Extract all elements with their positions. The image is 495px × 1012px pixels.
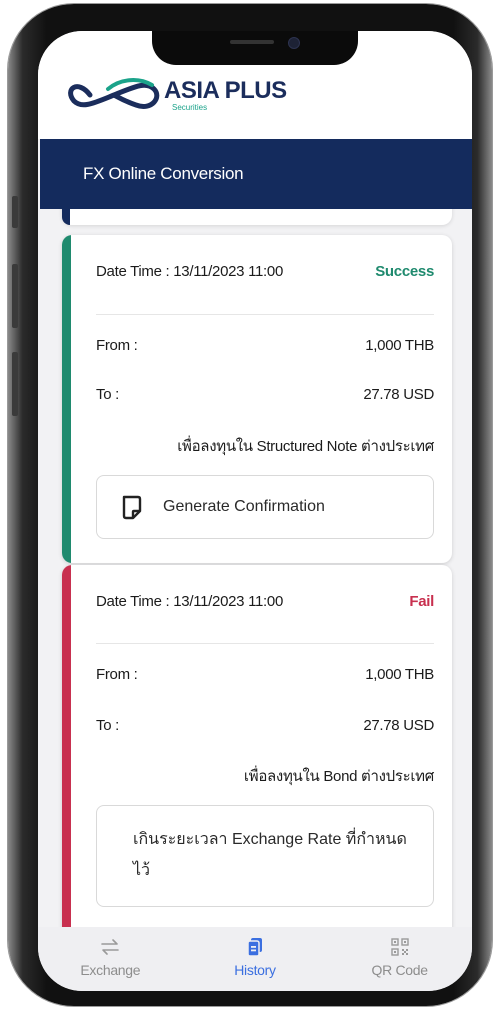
history-icon [246,936,264,958]
history-list[interactable]: Date Time : 13/11/2023 11:00 Success Fro… [38,209,472,927]
previous-card-accent [62,209,70,225]
fail-accent-bar [62,565,71,927]
notch [152,31,358,65]
previous-transaction-card [62,209,452,225]
to-amount: 27.78 USD [363,716,434,734]
failure-reason: เกินระยะเวลา Exchange Rate ที่กำหนดไว้ [133,831,407,879]
tab-exchange-label: Exchange [80,962,141,978]
transaction-card-success: Date Time : 13/11/2023 11:00 Success Fro… [62,235,452,563]
from-label: From : [96,665,138,683]
to-amount: 27.78 USD [363,385,434,403]
brand-name: ASIA PLUS [164,76,287,104]
to-label: To : [96,716,119,734]
transaction-purpose: เพื่อลงทุนใน Bond ต่างประเทศ [243,768,434,785]
transaction-datetime: Date Time : 13/11/2023 11:00 [96,592,284,610]
tab-qr-code[interactable]: QR Code [335,927,465,978]
page-title: FX Online Conversion [83,164,244,183]
tab-exchange[interactable]: Exchange [45,927,175,978]
phone-frame: ASIA PLUS Securities FX Online Conversio… [8,4,492,1006]
qr-code-icon [390,936,409,958]
generate-confirmation-label: Generate Confirmation [163,498,325,515]
tab-history-label: History [234,962,276,978]
volume-up-button [12,264,18,328]
to-label: To : [96,385,119,403]
brand-subtitle: Securities [172,102,208,112]
transaction-datetime: Date Time : 13/11/2023 11:00 [96,262,284,280]
transaction-card-fail: Date Time : 13/11/2023 11:00 Fail From :… [62,565,452,927]
brand-logo: ASIA PLUS Securities [68,75,287,115]
document-icon [121,494,143,520]
status-badge: Success [375,262,434,280]
tab-history[interactable]: History [190,927,320,978]
status-badge: Fail [409,592,434,610]
from-amount: 1,000 THB [365,336,434,354]
failure-reason-box: เกินระยะเวลา Exchange Rate ที่กำหนดไว้ [96,805,434,907]
generate-confirmation-button[interactable]: Generate Confirmation [96,475,434,539]
transaction-purpose: เพื่อลงทุนใน Structured Note ต่างประเทศ [177,438,434,455]
infinity-logo-icon [68,78,160,109]
from-amount: 1,000 THB [365,665,434,683]
silent-switch [12,196,18,228]
exchange-icon [99,936,121,958]
phone-screen: ASIA PLUS Securities FX Online Conversio… [38,31,472,991]
page-title-bar: FX Online Conversion [40,139,472,209]
divider [96,643,434,644]
speaker-grille [230,40,274,44]
bottom-tab-bar: Exchange History QR Code [38,927,472,991]
from-label: From : [96,336,138,354]
success-accent-bar [62,235,71,563]
tab-qr-code-label: QR Code [371,962,429,978]
divider [96,314,434,315]
volume-down-button [12,352,18,416]
front-camera [288,37,300,49]
